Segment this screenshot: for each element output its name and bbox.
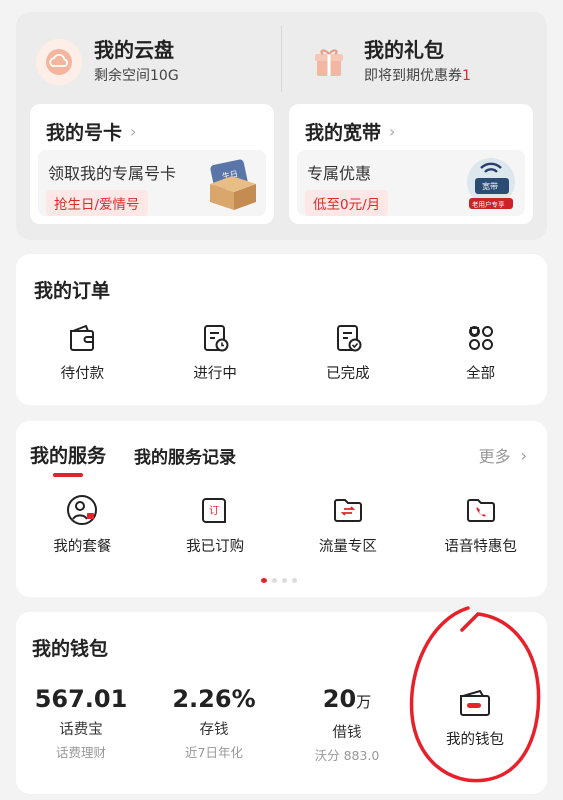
service-my-plan[interactable]: 我的套餐 bbox=[16, 493, 149, 556]
value-number: 20 bbox=[322, 685, 357, 713]
chevron-right-icon: › bbox=[520, 445, 527, 465]
order-doc-icon: 订 bbox=[202, 498, 227, 523]
pager-dot[interactable] bbox=[282, 578, 287, 583]
wallet-sub: 沃分 883.0 bbox=[314, 748, 380, 763]
pager-dot-active[interactable] bbox=[261, 578, 267, 583]
document-check-icon bbox=[336, 325, 362, 352]
service-label: 我已订购 bbox=[186, 539, 245, 555]
order-all[interactable]: 全部 bbox=[414, 322, 547, 383]
wallet-sub: 话费理财 bbox=[55, 745, 106, 760]
wallet-icon bbox=[70, 324, 95, 351]
sim-card-desc: 领取我的专属号卡 bbox=[48, 164, 177, 183]
wallet-label: 话费宝 bbox=[59, 722, 103, 738]
orders-card: 我的订单 待付款 进行中 已完成 全部 bbox=[16, 254, 547, 405]
tab-my-services[interactable]: 我的服务 bbox=[30, 441, 107, 477]
gift-subtitle-text: 即将到期优惠券 bbox=[364, 68, 462, 84]
broadband-desc: 专属优惠 bbox=[307, 164, 372, 183]
cloud-icon bbox=[36, 39, 82, 85]
broadband-illustration: 宽带 老用户专享 bbox=[467, 158, 515, 209]
wallet-value: 567.01 bbox=[35, 684, 128, 714]
wallet-value: 20万 bbox=[323, 684, 371, 717]
cloud-subtitle: 剩余空间10G bbox=[94, 68, 179, 84]
sim-card-heading: 我的号卡 › bbox=[46, 118, 136, 145]
service-voice-pack[interactable]: 语音特惠包 bbox=[414, 493, 547, 556]
folder-phone-icon bbox=[466, 499, 495, 522]
services-tabs: 我的服务 我的服务记录 bbox=[30, 441, 264, 477]
wallet-icon bbox=[460, 689, 490, 716]
gift-entry[interactable]: 我的礼包 即将到期优惠券1 bbox=[306, 32, 471, 92]
services-grid: 我的套餐 订 我已订购 流量专区 语音特惠包 bbox=[16, 493, 547, 556]
cloud-title: 我的云盘 bbox=[94, 38, 174, 62]
service-subscribed[interactable]: 订 我已订购 bbox=[149, 493, 282, 556]
order-glyph: 订 bbox=[209, 505, 219, 517]
sim-box-illustration: 生日 bbox=[210, 159, 256, 210]
orders-grid: 待付款 进行中 已完成 全部 bbox=[16, 322, 547, 383]
wallet-label: 存钱 bbox=[199, 722, 229, 738]
wallet-title: 我的钱包 bbox=[32, 638, 109, 660]
wallet-label: 借钱 bbox=[332, 725, 362, 741]
service-label: 我的套餐 bbox=[53, 539, 112, 555]
sim-card-panel[interactable]: 我的号卡 › 领取我的专属号卡 抢生日/爱情号 生日 bbox=[30, 104, 274, 224]
wallet-card: 我的钱包 567.01 话费宝 话费理财 2.26% 存钱 近7日年化 20万 … bbox=[16, 612, 547, 794]
divider bbox=[281, 26, 282, 92]
broadband-title: 我的宽带 bbox=[305, 122, 382, 144]
order-pending[interactable]: 待付款 bbox=[16, 322, 149, 383]
user-badge-icon bbox=[67, 495, 98, 525]
more-label: 更多 bbox=[478, 447, 511, 466]
service-label: 流量专区 bbox=[318, 539, 377, 555]
wallet-sub: 近7日年化 bbox=[185, 745, 243, 760]
broadband-art-text: 宽带 bbox=[482, 181, 498, 191]
pager-dot[interactable] bbox=[292, 578, 297, 583]
broadband-promo[interactable]: 专属优惠 低至0元/月 宽带 老用户专享 bbox=[297, 150, 525, 216]
services-card: 我的服务 我的服务记录 更多 › 我的套餐 订 我已订购 流量专区 语音特惠包 bbox=[16, 421, 547, 597]
broadband-art-banner: 老用户专享 bbox=[472, 200, 505, 209]
grid-icon bbox=[468, 326, 493, 350]
order-label: 进行中 bbox=[193, 366, 237, 382]
coupon-count: 1 bbox=[462, 68, 471, 84]
order-label: 待付款 bbox=[60, 366, 105, 382]
wallet-value: 2.26% bbox=[172, 684, 255, 714]
service-label: 语音特惠包 bbox=[444, 539, 517, 555]
orders-title: 我的订单 bbox=[34, 280, 111, 302]
cloud-drive-entry[interactable]: 我的云盘 剩余空间10G bbox=[36, 32, 179, 92]
wallet-loan[interactable]: 20万 借钱 沃分 883.0 bbox=[292, 684, 402, 764]
sim-card-tag: 抢生日/爱情号 bbox=[46, 190, 148, 216]
sim-card-title: 我的号卡 bbox=[46, 122, 123, 144]
my-wallet-label: 我的钱包 bbox=[446, 732, 504, 748]
tab-service-records[interactable]: 我的服务记录 bbox=[134, 443, 236, 468]
active-tab-indicator bbox=[53, 473, 83, 477]
wallet-phone-fund[interactable]: 567.01 话费宝 话费理财 bbox=[26, 684, 136, 761]
gift-title: 我的礼包 bbox=[364, 38, 444, 62]
order-in-progress[interactable]: 进行中 bbox=[149, 322, 282, 383]
gift-icon bbox=[306, 39, 352, 85]
folder-exchange-icon bbox=[333, 499, 362, 522]
sim-card-promo[interactable]: 领取我的专属号卡 抢生日/爱情号 生日 bbox=[38, 150, 266, 216]
document-clock-icon bbox=[204, 325, 229, 352]
gift-subtitle: 即将到期优惠券1 bbox=[364, 65, 471, 87]
tab-label: 我的服务 bbox=[30, 445, 107, 467]
broadband-tag: 低至0元/月 bbox=[305, 190, 389, 216]
broadband-heading: 我的宽带 › bbox=[305, 118, 395, 145]
order-label: 全部 bbox=[466, 366, 496, 382]
value-number: 567.01 bbox=[34, 685, 128, 713]
more-link[interactable]: 更多 › bbox=[479, 443, 527, 467]
carousel-pager bbox=[261, 578, 297, 583]
broadband-panel[interactable]: 我的宽带 › 专属优惠 低至0元/月 宽带 老用户专享 bbox=[289, 104, 533, 224]
top-card: 我的云盘 剩余空间10G 我的礼包 即将到期优惠券1 我的号卡 › 领取我的专属号… bbox=[16, 12, 547, 240]
service-data-zone[interactable]: 流量专区 bbox=[282, 493, 415, 556]
chevron-right-icon: › bbox=[389, 122, 396, 141]
order-label: 已完成 bbox=[326, 366, 370, 382]
chevron-right-icon: › bbox=[130, 122, 137, 141]
order-completed[interactable]: 已完成 bbox=[282, 322, 415, 383]
my-wallet-entry[interactable]: 我的钱包 bbox=[446, 688, 504, 749]
value-unit: 万 bbox=[356, 693, 372, 711]
value-number: 2.26% bbox=[172, 685, 256, 713]
wallet-savings[interactable]: 2.26% 存钱 近7日年化 bbox=[159, 684, 269, 761]
pager-dot[interactable] bbox=[272, 578, 277, 583]
